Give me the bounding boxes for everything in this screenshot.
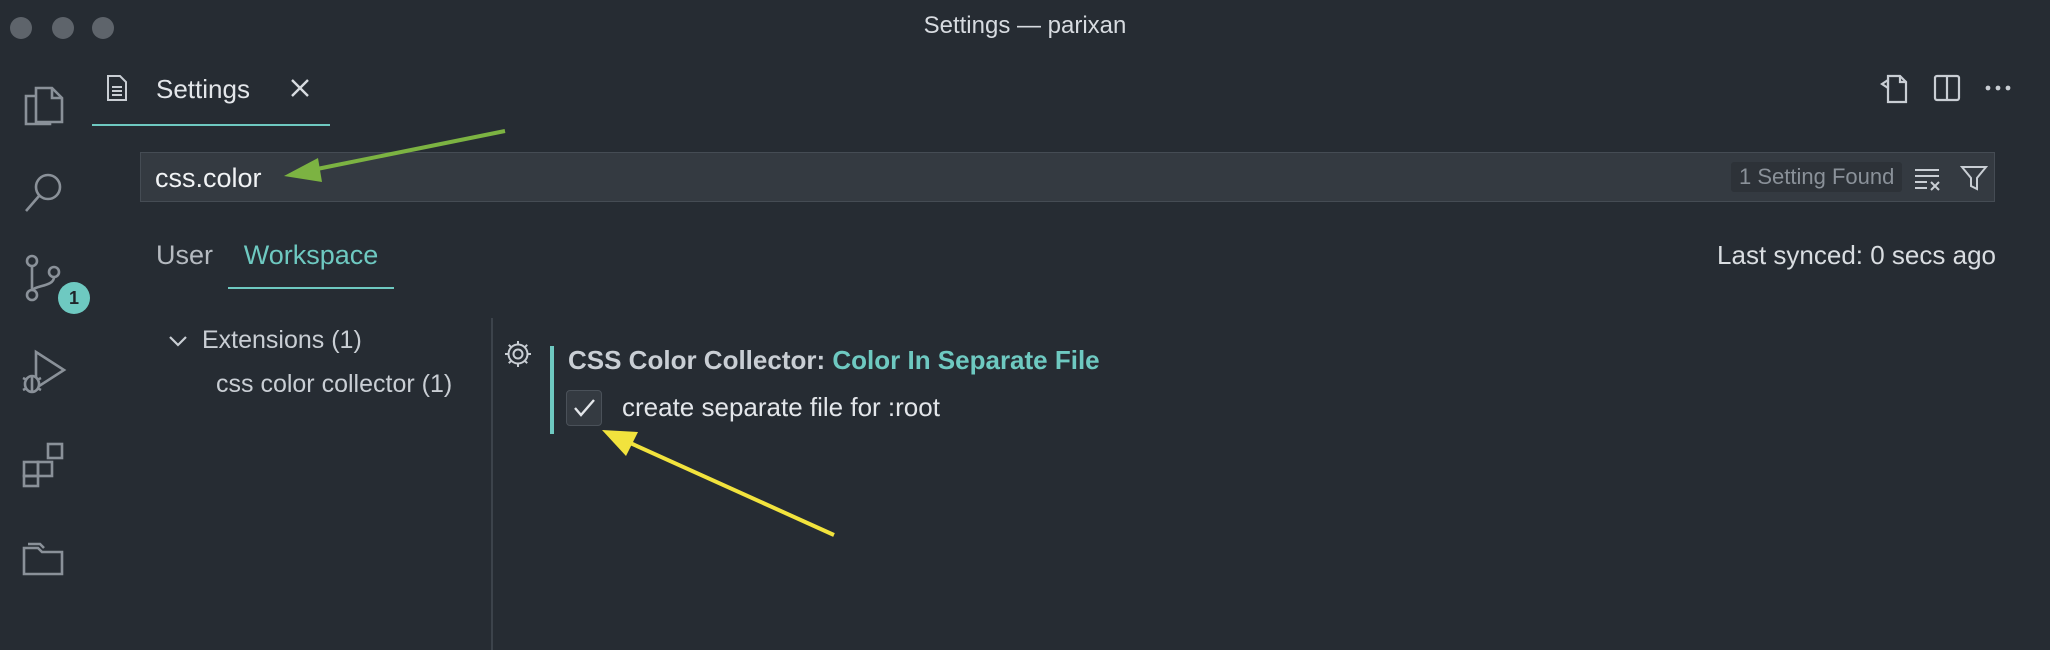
checkmark-icon bbox=[574, 399, 595, 417]
toc-divider bbox=[491, 318, 493, 650]
activity-bar: 1 bbox=[0, 52, 90, 650]
run-debug-icon[interactable] bbox=[14, 342, 74, 402]
settings-search-input[interactable]: css.color 1 Setting Found bbox=[140, 152, 1995, 202]
setting-name: Color In Separate File bbox=[832, 345, 1100, 375]
search-value: css.color bbox=[155, 163, 262, 193]
setting-title: CSS Color Collector: Color In Separate F… bbox=[568, 345, 1100, 376]
setting-category: CSS Color Collector: bbox=[568, 345, 833, 375]
title-bar: Settings — parixan bbox=[0, 0, 2050, 52]
source-control-badge: 1 bbox=[58, 282, 90, 314]
yellow-arrow bbox=[602, 430, 835, 537]
setting-modified-indicator bbox=[550, 346, 554, 434]
setting-description: create separate file for :root bbox=[622, 392, 940, 422]
chevron-down-icon bbox=[169, 336, 187, 347]
clear-filter-icon[interactable] bbox=[1913, 164, 1943, 192]
tab-user[interactable]: User bbox=[156, 240, 213, 271]
toc-group-label: Extensions (1) bbox=[202, 326, 362, 354]
toc-extensions-group[interactable]: Extensions (1) bbox=[166, 326, 362, 355]
window-title: Settings — parixan bbox=[923, 12, 1127, 39]
search-icon[interactable] bbox=[14, 162, 74, 222]
files-icon[interactable] bbox=[14, 72, 74, 132]
separate-file-checkbox[interactable] bbox=[566, 390, 602, 426]
tab-label: Settings bbox=[156, 74, 250, 104]
extensions-icon[interactable] bbox=[14, 434, 74, 494]
tab-workspace[interactable]: Workspace bbox=[228, 240, 394, 289]
close-icon[interactable] bbox=[284, 72, 316, 104]
gear-icon[interactable] bbox=[502, 338, 534, 370]
source-control-icon[interactable]: 1 bbox=[14, 248, 90, 314]
folder-icon[interactable] bbox=[14, 526, 74, 586]
sync-status: Last synced: 0 secs ago bbox=[1717, 240, 1996, 270]
more-actions-icon[interactable] bbox=[1980, 70, 2016, 106]
open-settings-json-icon[interactable] bbox=[1878, 70, 1914, 106]
toc-item-css-color-collector[interactable]: css color collector (1) bbox=[216, 370, 452, 399]
split-editor-icon[interactable] bbox=[1929, 70, 1965, 106]
results-count: 1 Setting Found bbox=[1731, 162, 1903, 192]
filter-icon[interactable] bbox=[1959, 163, 1989, 193]
tab-settings[interactable]: Settings bbox=[92, 52, 330, 126]
settings-file-icon bbox=[107, 75, 127, 101]
